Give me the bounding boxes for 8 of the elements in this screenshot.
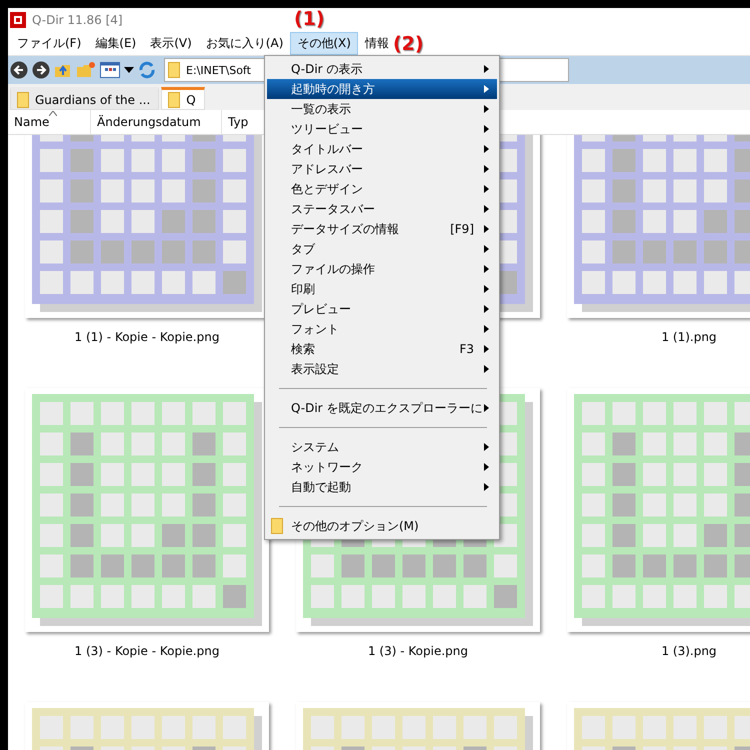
file-name: 1 (3).png xyxy=(661,644,717,658)
file-name: 1 (3) - Kopie.png xyxy=(368,644,468,658)
file-name: 1 (1).png xyxy=(661,330,717,344)
window-title: Q-Dir 11.86 [4] xyxy=(32,13,123,27)
file-name: 1 (3) - Kopie - Kopie.png xyxy=(74,644,220,658)
file-name: 1 (1) - Kopie - Kopie.png xyxy=(74,330,220,344)
step-annotation: (1) xyxy=(294,8,325,30)
step-annotation: (2) xyxy=(393,33,424,55)
